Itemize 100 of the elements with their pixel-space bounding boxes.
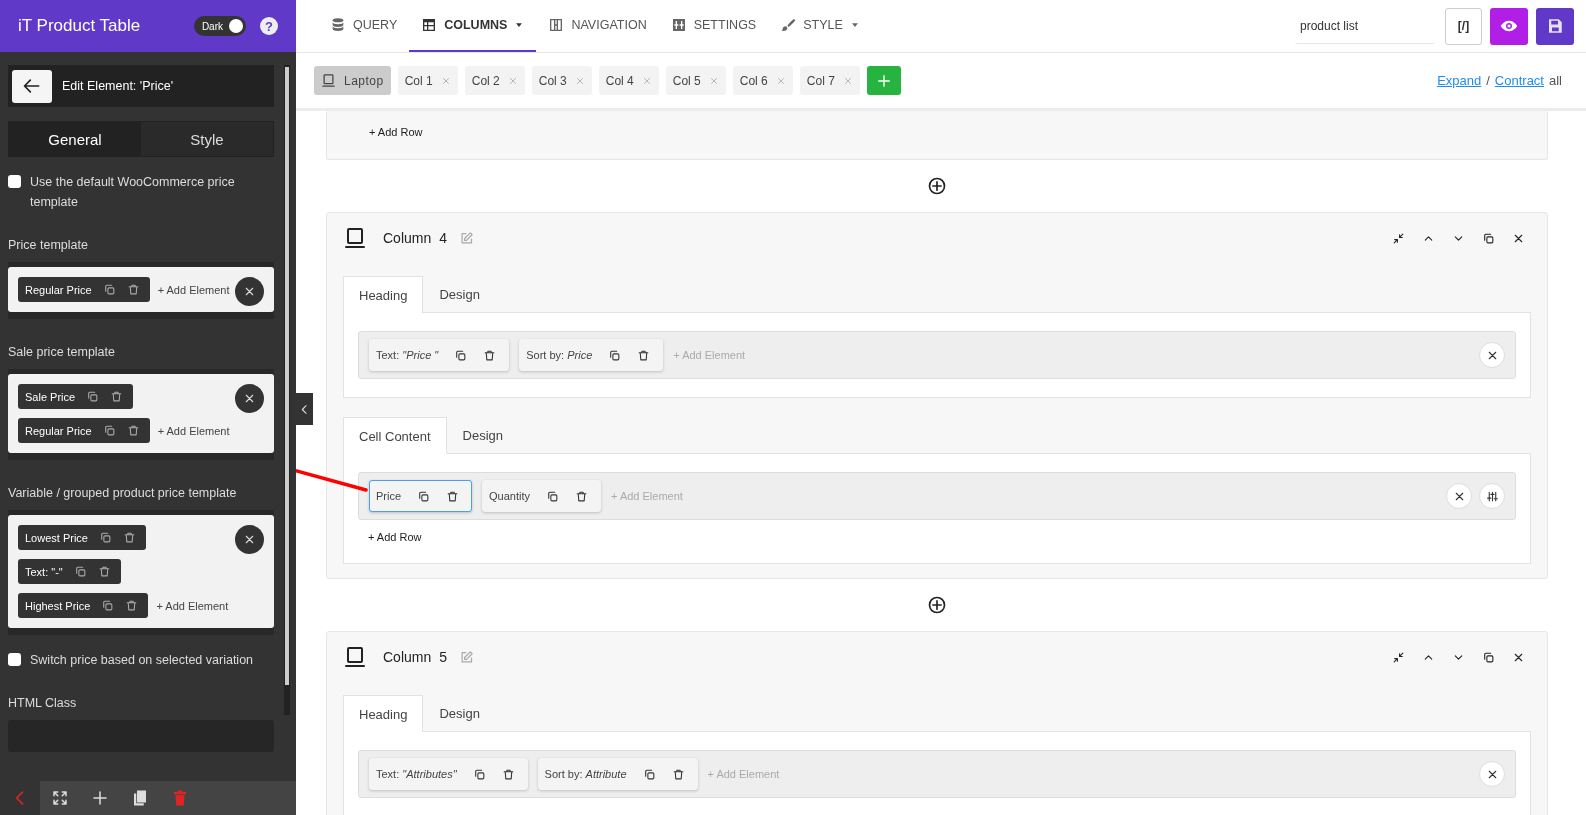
section-tab[interactable]: Design [446,416,519,453]
section-tab[interactable]: Heading [343,695,424,732]
copy-icon[interactable] [101,599,115,612]
add-element-link[interactable]: + Add Element [157,424,230,437]
back-button[interactable] [12,69,52,103]
expand-link[interactable]: Expand [1437,73,1482,88]
trash-icon[interactable] [671,767,685,781]
app-title: iT Product Table [18,16,142,36]
editor-tab[interactable]: Style [141,122,273,156]
remove-button[interactable] [235,525,264,554]
element-chip[interactable]: Regular Price [18,418,150,443]
column-tab[interactable]: Col 4 [598,66,659,95]
trash-icon[interactable] [637,348,651,362]
trash-icon[interactable] [446,489,460,503]
copy-icon[interactable] [86,390,100,403]
scrollbar[interactable] [284,65,290,715]
element-chip[interactable]: Sort by: Attribute [537,758,698,790]
save-button[interactable] [1536,7,1574,45]
element-chip[interactable]: Text: "Price " [369,339,510,371]
copy-icon[interactable] [102,283,116,296]
trash-icon[interactable] [501,767,515,781]
collapse-icon[interactable] [1392,650,1405,664]
preview-button[interactable] [1490,7,1528,45]
copy-icon[interactable] [642,767,656,781]
contract-link[interactable]: Contract [1494,73,1544,88]
add-column-icon[interactable] [927,595,947,615]
column-tab[interactable]: Col 1 [397,66,458,95]
element-chip[interactable]: Lowest Price [18,525,146,550]
copy-icon[interactable] [1482,231,1495,245]
column-title: Column [383,649,432,665]
section-tab[interactable]: Heading [343,276,424,313]
element-chip[interactable]: Quantity [482,480,602,512]
element-label: Regular Price [25,283,92,296]
add-element-link[interactable]: + Add Element [156,599,229,612]
collapse-icon[interactable] [1392,231,1405,245]
trash-icon[interactable] [123,531,136,544]
trash-icon[interactable] [126,424,140,437]
copy-icon[interactable] [472,767,486,781]
add-row-link[interactable]: + Add Row [343,122,423,138]
column-tab[interactable]: Col 2 [464,66,525,95]
theme-toggle[interactable]: Dark [193,16,246,36]
expand-icon [51,789,69,807]
element-chip[interactable]: Sort by: Price [519,339,664,371]
nav-tab[interactable]: NAVIGATION [536,0,659,52]
element-chip[interactable]: Text: "-" [18,559,121,584]
copy-icon[interactable] [454,348,468,362]
nav-tab[interactable]: COLUMNS [409,0,537,52]
add-column-button[interactable] [866,66,901,95]
trash-icon[interactable] [126,283,140,296]
copy-icon[interactable] [546,489,560,503]
back-arrow-icon [22,76,42,96]
copy-icon[interactable] [73,565,87,578]
column-tab[interactable]: Col 6 [732,66,793,95]
editor-tab[interactable]: General [9,122,141,156]
element-chip[interactable]: Sale Price [18,384,134,409]
column-tab[interactable]: Col 3 [531,66,592,95]
sidebar-toggle[interactable] [296,393,313,425]
field-label: HTML Class [8,696,78,710]
close-icon [243,533,256,546]
element-label: Sort by: Attribute [544,768,627,780]
remove-button[interactable] [235,384,264,413]
copy-icon[interactable] [1482,650,1495,664]
laptop-icon [343,226,367,250]
checkbox[interactable] [8,653,21,666]
nav-tab[interactable]: SETTINGS [658,0,769,52]
trash-icon[interactable] [125,599,139,612]
section-tab[interactable]: Design [423,275,496,312]
remove-row-button[interactable] [1479,761,1505,787]
element-chip[interactable]: Price [369,480,473,512]
copy-icon[interactable] [608,348,622,362]
section-tab[interactable]: Cell Content [343,417,447,454]
remove-row-button[interactable] [1479,342,1505,368]
nav-tab[interactable]: QUERY [318,0,410,52]
add-element-link[interactable]: + Add Element [157,283,230,296]
copy-icon[interactable] [102,424,116,437]
trash-icon[interactable] [110,390,124,403]
remove-row-button[interactable] [1446,483,1472,509]
section-tab[interactable]: Design [423,694,496,731]
column-tab[interactable]: Col 7 [799,66,860,95]
copy-icon[interactable] [417,489,431,503]
trash-icon[interactable] [97,565,111,578]
column-tab[interactable]: Col 5 [665,66,726,95]
checkbox-label: Switch price based on selected variation [30,652,254,669]
element-chip[interactable]: Text: "Attributes" [369,758,528,790]
settings-button[interactable] [1479,483,1505,509]
add-row-link[interactable]: + Add Row [358,531,422,543]
trash-icon[interactable] [483,348,497,362]
code-button[interactable]: [/] [1445,7,1482,45]
help-button[interactable]: ? [260,17,278,35]
field-label: Sale price template [8,345,116,359]
element-chip[interactable]: Regular Price [18,277,150,302]
copy-icon[interactable] [99,531,112,544]
device-tab[interactable]: Laptop [314,66,391,95]
nav-tab[interactable]: STYLE [768,0,872,52]
trash-icon[interactable] [575,489,589,503]
checkbox[interactable] [8,175,21,188]
add-column-icon[interactable] [927,176,947,196]
element-label: Text: "Price " [376,349,439,361]
remove-button[interactable] [235,277,264,306]
element-chip[interactable]: Highest Price [18,593,149,618]
